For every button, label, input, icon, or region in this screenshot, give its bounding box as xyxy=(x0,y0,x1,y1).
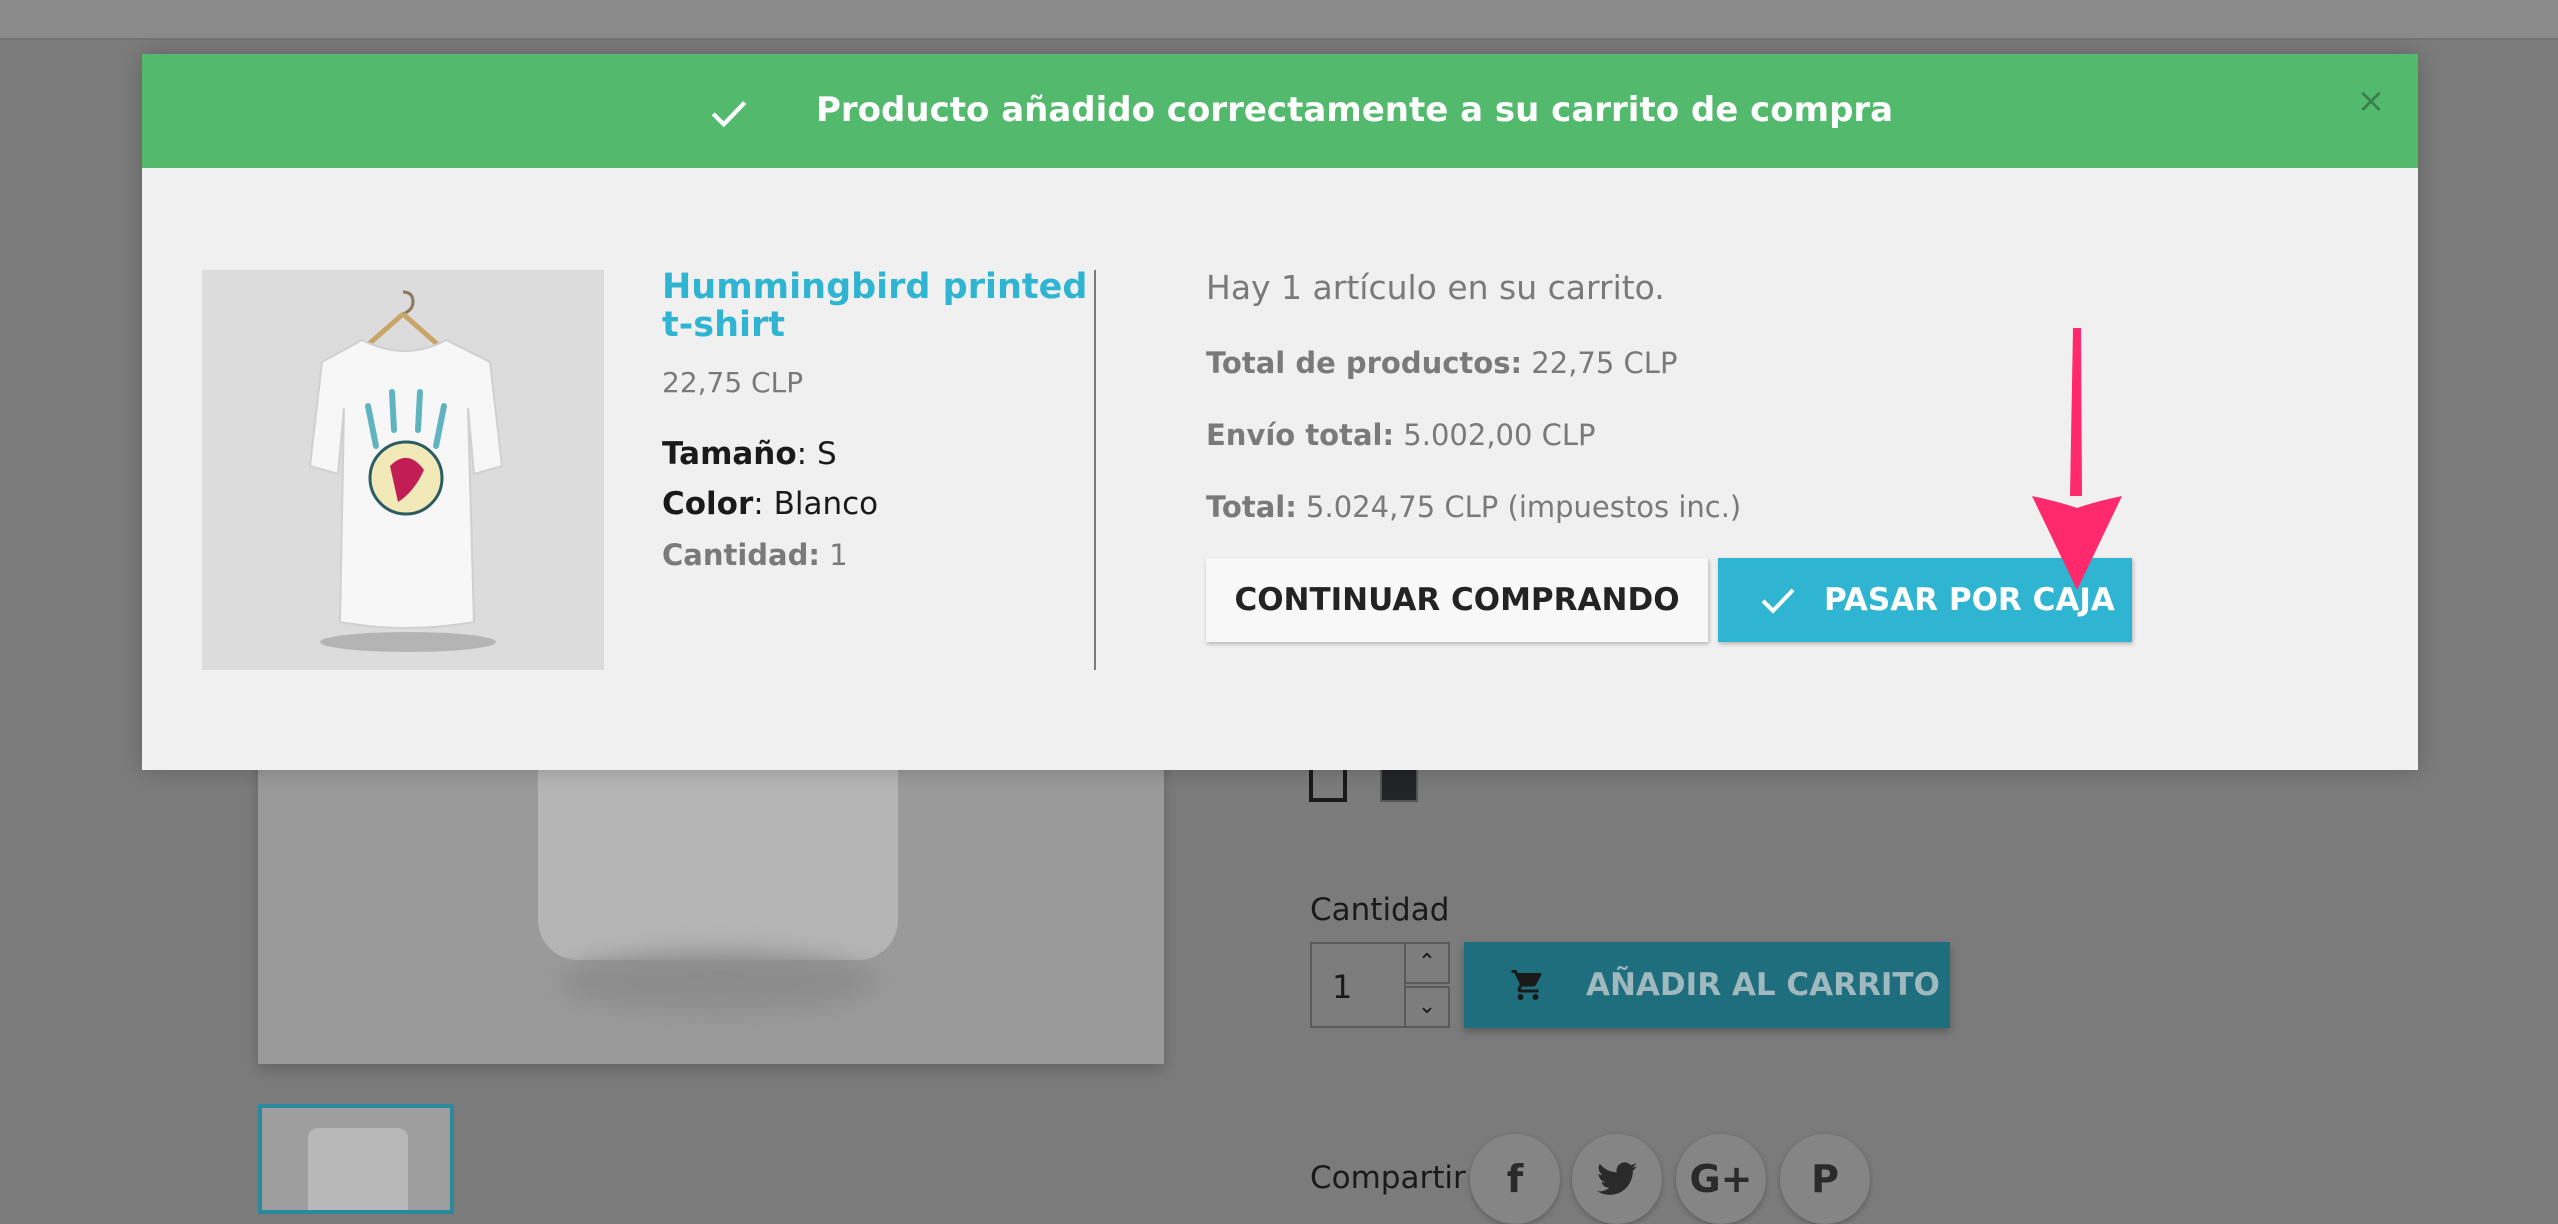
cart-shipping: Envío total: 5.002,00 CLP xyxy=(1206,418,1596,452)
background-product-image xyxy=(258,720,1164,1064)
continue-shopping-button[interactable]: CONTINUAR COMPRANDO xyxy=(1206,558,1708,642)
modal-header: Producto añadido correctamente a su carr… xyxy=(142,54,2418,168)
attribute-label: Color xyxy=(662,486,754,522)
subtotal-label: Total de productos: xyxy=(1206,346,1523,380)
background-quantity-label: Cantidad xyxy=(1310,892,1450,928)
check-icon xyxy=(1761,588,1795,614)
product-attribute-color: Color: Blanco xyxy=(662,486,879,522)
check-icon xyxy=(711,101,747,128)
google-plus-icon[interactable]: G+ xyxy=(1676,1134,1766,1224)
background-thumbnail-shirt xyxy=(308,1128,408,1210)
add-to-cart-label: AÑADIR AL CARRITO xyxy=(1586,967,1940,1003)
background-quantity-input[interactable]: 1 xyxy=(1310,942,1406,1028)
product-price: 22,75 CLP xyxy=(662,366,804,399)
attribute-value: S xyxy=(816,436,837,472)
background-shirt-shadow xyxy=(558,952,878,1012)
product-name-link[interactable]: Hummingbird printed t-shirt xyxy=(662,268,1102,344)
vertical-divider xyxy=(1094,270,1096,670)
product-image xyxy=(202,270,604,670)
quantity-value: 1 xyxy=(829,538,848,572)
facebook-icon[interactable]: f xyxy=(1470,1134,1560,1224)
shipping-label: Envío total: xyxy=(1206,418,1395,452)
cart-total: Total: 5.024,75 CLP (impuestos inc.) xyxy=(1206,490,1741,524)
total-value: 5.024,75 CLP (impuestos inc.) xyxy=(1306,490,1742,524)
twitter-bird-icon xyxy=(1597,1162,1637,1195)
add-to-cart-button[interactable]: AÑADIR AL CARRITO xyxy=(1464,942,1950,1028)
attribute-label: Tamaño xyxy=(662,436,797,472)
shopping-cart-icon xyxy=(1511,970,1542,1000)
quantity-label: Cantidad: xyxy=(662,538,820,572)
twitter-icon[interactable] xyxy=(1572,1134,1662,1224)
subtotal-value: 22,75 CLP xyxy=(1531,346,1678,380)
attribute-value: Blanco xyxy=(773,486,879,522)
pinterest-icon[interactable]: P xyxy=(1780,1134,1870,1224)
cart-subtotal: Total de productos: 22,75 CLP xyxy=(1206,346,1677,380)
background-thumbnail[interactable] xyxy=(258,1104,454,1214)
quantity-down-icon[interactable]: ⌄ xyxy=(1404,986,1450,1028)
modal-title: Producto añadido correctamente a su carr… xyxy=(816,90,1894,130)
background-topbar xyxy=(0,0,2558,40)
cart-confirmation-modal: Producto añadido correctamente a su carr… xyxy=(142,54,2418,770)
total-label: Total: xyxy=(1206,490,1297,524)
cart-item-count: Hay 1 artículo en su carrito. xyxy=(1206,268,1665,307)
product-quantity: Cantidad: 1 xyxy=(662,538,848,572)
tshirt-image-icon xyxy=(202,270,604,670)
arrow-down-icon xyxy=(2032,328,2122,590)
share-label: Compartir xyxy=(1310,1160,1466,1196)
shipping-value: 5.002,00 CLP xyxy=(1403,418,1596,452)
quantity-up-icon[interactable]: ⌃ xyxy=(1404,942,1450,984)
product-attribute-size: Tamaño: S xyxy=(662,436,837,472)
close-icon[interactable]: × xyxy=(2356,84,2386,118)
